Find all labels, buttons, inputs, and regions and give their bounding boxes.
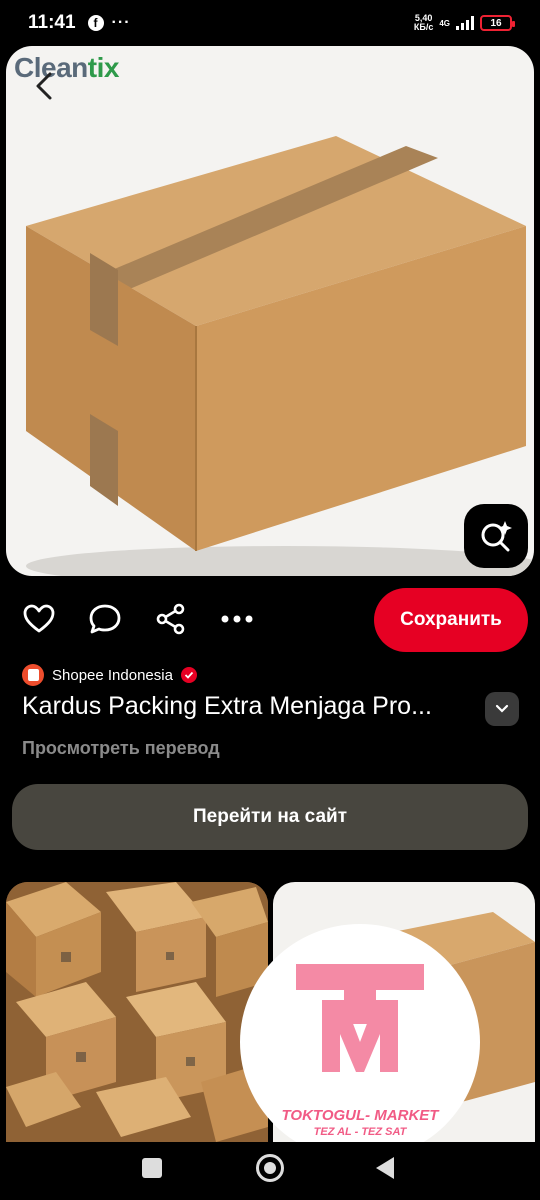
pin-image[interactable]: Cleantix [6, 46, 534, 576]
expand-title-button[interactable] [485, 692, 519, 726]
view-translation-link[interactable]: Просмотреть перевод [22, 738, 220, 759]
verified-badge-icon [180, 667, 197, 683]
more-options-icon[interactable] [220, 602, 254, 636]
facebook-notification-icon: f [87, 15, 104, 31]
heart-icon[interactable] [22, 602, 56, 636]
recent-apps-icon[interactable] [142, 1158, 162, 1178]
chevron-down-icon [495, 704, 509, 713]
more-notifications-icon: ··· [111, 14, 131, 31]
network-speed: 5,40 КБ/с [414, 14, 433, 32]
shopee-logo-icon [22, 664, 44, 686]
home-icon[interactable] [256, 1154, 284, 1182]
action-row: Сохранить [0, 586, 540, 652]
status-right-icons: 5,40 КБ/с 4G 16 [414, 14, 515, 32]
pin-title: Kardus Packing Extra Menjaga Pro... [22, 692, 432, 720]
visit-site-button[interactable]: Перейти на сайт [12, 784, 528, 850]
lens-search-icon [481, 521, 512, 552]
battery-icon: 16 [480, 15, 515, 31]
back-triangle-icon[interactable] [376, 1157, 394, 1179]
signal-icon [456, 16, 474, 30]
battery-level: 16 [490, 17, 502, 29]
status-bar: 11:41 f ··· 5,40 КБ/с 4G 16 [0, 0, 540, 46]
back-arrow-icon[interactable] [26, 66, 66, 106]
share-icon[interactable] [154, 602, 188, 636]
sticker-title: TOKTOGUL- MARKET [281, 1107, 439, 1124]
sticker-slogan: TEZ AL - TEZ SAT [313, 1126, 407, 1138]
status-left-icons: f ··· [87, 14, 131, 32]
visual-search-button[interactable] [464, 504, 528, 568]
system-navigation-bar [0, 1142, 540, 1200]
comment-icon[interactable] [88, 602, 122, 636]
pin-source[interactable]: Shopee Indonesia [22, 664, 197, 686]
toktogul-market-sticker: TOKTOGUL- MARKET TEZ AL - TEZ SAT [240, 924, 480, 1160]
save-button[interactable]: Сохранить [374, 588, 528, 652]
toktogul-logo-icon [296, 964, 424, 1072]
related-pin-boxes-pile[interactable] [6, 882, 268, 1142]
network-speed-unit: КБ/с [413, 22, 434, 32]
watermark-suffix: tix [87, 52, 120, 83]
boxes-pile-image [6, 882, 268, 1142]
status-time: 11:41 [28, 12, 76, 33]
cardboard-box-image [26, 136, 534, 576]
network-type: 4G [439, 18, 450, 28]
source-name[interactable]: Shopee Indonesia [52, 667, 173, 684]
